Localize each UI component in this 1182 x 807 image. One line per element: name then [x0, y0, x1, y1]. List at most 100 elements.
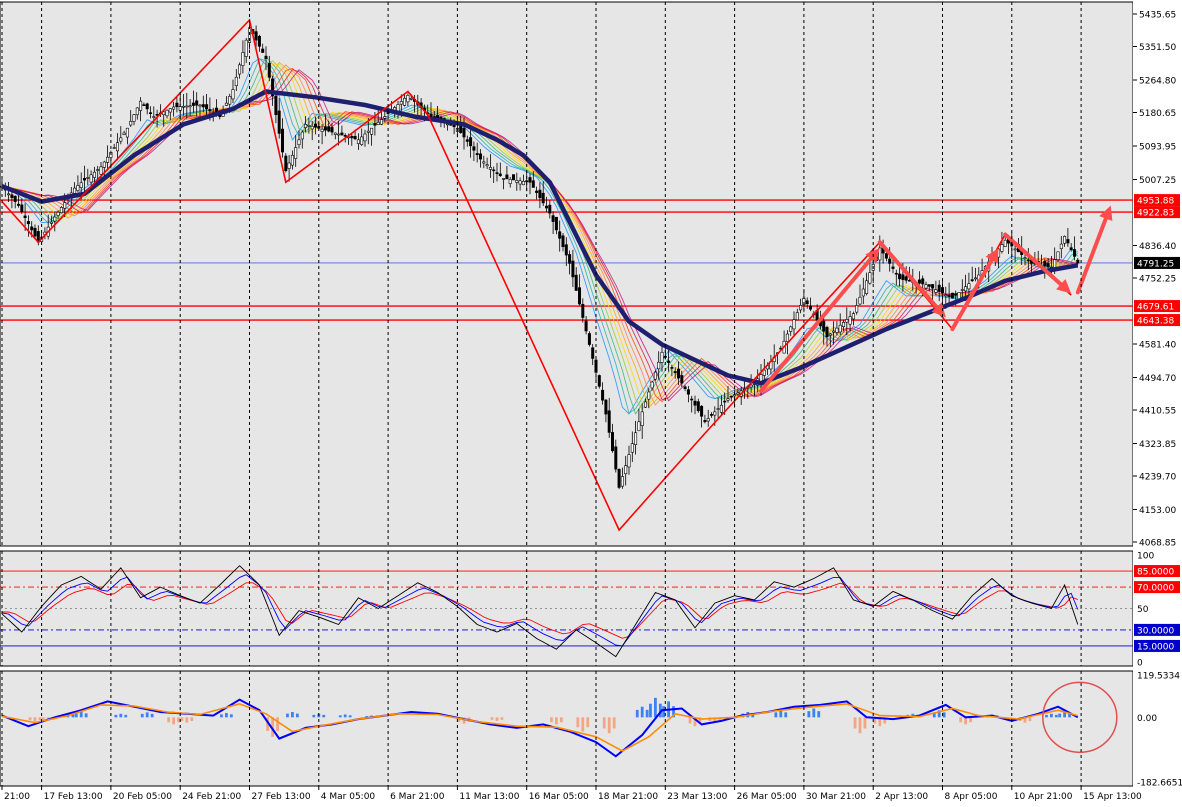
candle-body	[511, 174, 515, 181]
price-tick-label: 4239.70	[1139, 473, 1176, 483]
candle-body	[736, 392, 740, 395]
macd-histogram-bar	[33, 717, 37, 722]
macd-histogram-bar	[550, 717, 553, 723]
candle-body	[531, 180, 535, 188]
candle-body	[660, 351, 664, 363]
current-price-tag: 4791.25	[1137, 259, 1174, 269]
candle-body	[538, 189, 542, 199]
macd-histogram-bar	[559, 717, 563, 723]
candle-body	[620, 476, 624, 487]
candle-body	[574, 274, 578, 291]
candle-body	[274, 95, 278, 115]
macd-histogram-bar	[774, 712, 778, 718]
candle-body	[353, 136, 357, 140]
candle-body	[868, 272, 872, 284]
macd-histogram-bar	[807, 711, 811, 718]
price-tick-label: 4153.00	[1139, 506, 1176, 516]
candle-body	[86, 177, 90, 179]
candle-body	[1013, 248, 1017, 251]
time-label: 23 Mar 13:00	[667, 792, 727, 802]
candle-body	[1000, 244, 1004, 252]
macd-histogram-bar	[38, 717, 42, 721]
macd-histogram-bar	[942, 712, 946, 718]
macd-histogram-bar	[959, 717, 963, 723]
candle-body	[304, 124, 308, 128]
macd-histogram-bar	[964, 717, 967, 725]
candle-body	[129, 121, 133, 126]
candle-body	[122, 132, 126, 135]
macd-histogram-bar	[779, 710, 783, 718]
price-tick-label: 4494.70	[1139, 374, 1176, 384]
candle-body	[647, 391, 651, 400]
time-label: 11 Mar 13:00	[459, 792, 519, 802]
candle-body	[891, 266, 895, 269]
macd-histogram-bar	[555, 717, 558, 725]
macd-histogram-bar	[649, 703, 652, 718]
candle-body	[601, 389, 605, 401]
candle-body	[168, 108, 172, 113]
candle-body	[848, 316, 852, 325]
chart-canvas[interactable]: 5435.65 5351.50 5264.80 5180.65 5093.95 5007.…	[0, 0, 1182, 803]
candle-body	[267, 62, 271, 78]
macd-histogram-bar	[114, 714, 118, 718]
time-label: 26 Mar 05:00	[737, 792, 797, 802]
candle-body	[119, 137, 123, 142]
candle-body	[673, 371, 677, 374]
macd-histogram-bar	[1058, 713, 1062, 718]
candle-body	[973, 277, 977, 280]
candle-body	[617, 468, 621, 488]
chart-window: 5435.65 5351.50 5264.80 5180.65 5093.95 5007.…	[0, 0, 1182, 803]
candle-body	[366, 130, 370, 133]
price-tick-label: 5093.95	[1139, 143, 1176, 153]
candle-body	[954, 293, 958, 296]
candle-body	[865, 280, 869, 294]
candle-body	[855, 305, 859, 313]
candle-body	[142, 104, 146, 106]
price-tick-label: 4068.85	[1139, 539, 1176, 549]
candle-body	[409, 98, 413, 100]
candle-body	[907, 279, 911, 282]
candle-body	[558, 231, 562, 239]
candle-body	[1023, 257, 1027, 259]
macd-histogram-bar	[602, 717, 606, 729]
candle-body	[1043, 261, 1047, 267]
macd-histogram-bar	[190, 717, 194, 722]
candle-body	[191, 102, 195, 106]
macd-histogram-bar	[817, 711, 821, 718]
candle-body	[277, 110, 281, 134]
candle-body	[1076, 259, 1080, 264]
candle-body	[901, 274, 905, 280]
price-tick-label: 5435.65	[1139, 11, 1176, 21]
time-label: 30 Mar 21:00	[806, 792, 866, 802]
macd-histogram-bar	[662, 706, 666, 718]
candle-body	[178, 106, 182, 111]
macd-histogram-bar	[490, 717, 494, 720]
candle-body	[135, 107, 139, 116]
candle-body	[502, 178, 506, 180]
candle-body	[139, 100, 143, 111]
candle-body	[185, 105, 189, 108]
macd-histogram-bar	[654, 697, 657, 718]
macd-histogram-bar	[1054, 714, 1058, 718]
candle-body	[343, 135, 347, 137]
candle-body	[950, 292, 954, 299]
candle-body	[300, 131, 304, 140]
candle-body	[749, 384, 753, 388]
candle-body	[808, 305, 812, 310]
macd-histogram-bar	[500, 717, 504, 720]
candle-body	[898, 273, 902, 280]
candle-body	[125, 127, 129, 138]
candle-body	[541, 192, 545, 204]
candle-body	[577, 287, 581, 305]
macd-histogram-bar	[276, 717, 279, 731]
macd-histogram-bar	[150, 713, 154, 718]
candle-body	[690, 398, 694, 401]
macd-histogram-bar	[586, 717, 590, 728]
candle-body	[469, 137, 473, 147]
candle-body	[116, 142, 120, 152]
candle-body	[182, 105, 186, 108]
time-label: 16 Mar 05:00	[529, 792, 589, 802]
candle-body	[327, 126, 331, 132]
candle-body	[884, 253, 888, 259]
osc-level-tag: 15.0000	[1137, 642, 1174, 652]
